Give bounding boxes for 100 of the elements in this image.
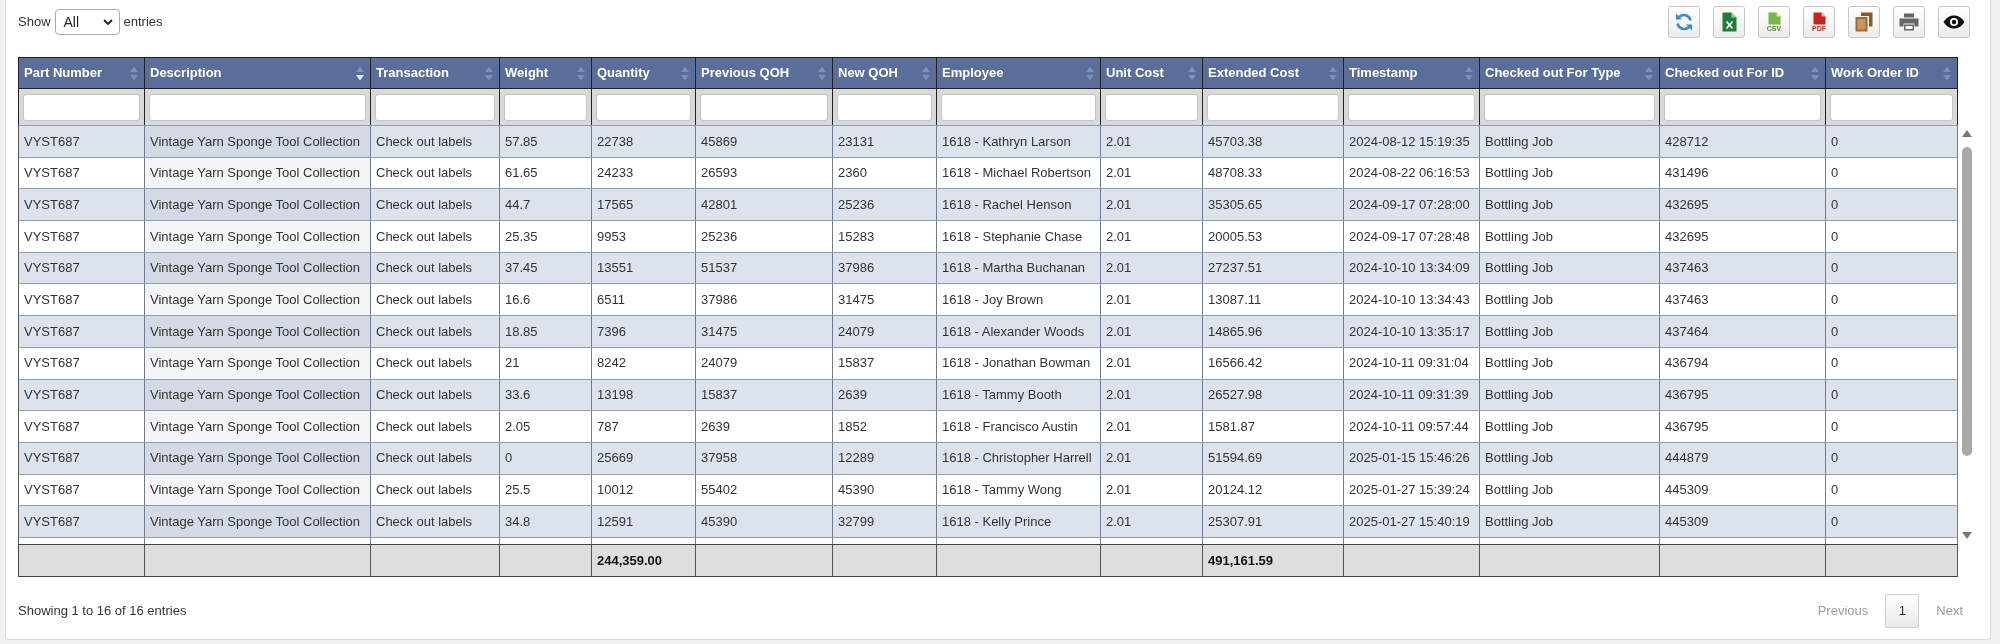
table-cell: Bottling Job [1480,474,1660,506]
table-cell: 2024-09-17 07:28:48 [1344,221,1480,252]
table-cell: 25307.91 [1203,506,1344,537]
table-cell: 2024-09-17 07:28:00 [1344,189,1480,221]
table-cell: Bottling Job [1480,316,1660,347]
table-cell: Check out labels [371,379,500,411]
table-cell: 42801 [696,189,833,221]
column-header[interactable]: Quantity [592,58,696,89]
table-cell: 15837 [696,379,833,411]
scrollbar-thumb[interactable] [1961,147,1972,456]
table-cell: 0 [1826,189,1958,221]
column-header[interactable]: New QOH [833,58,937,89]
table-cell: 8242 [592,347,696,379]
table-cell: 16566.42 [1203,347,1344,379]
column-header[interactable]: Work Order ID [1826,58,1958,89]
filter-input[interactable] [23,93,140,121]
table-cell: 33.6 [500,379,592,411]
table-cell: Check out labels [371,474,500,506]
column-header[interactable]: Unit Cost [1101,58,1203,89]
column-header[interactable]: Previous QOH [696,58,833,89]
table-cell: 26527.98 [1203,379,1344,411]
page-button[interactable]: 1 [1885,594,1920,628]
table-cell: 0 [1826,347,1958,379]
table-cell: 48708.33 [1203,157,1344,189]
column-header[interactable]: Description [145,58,371,89]
table-cell: Bottling Job [1480,284,1660,316]
table-cell: Vintage Yarn Sponge Tool Collection [145,379,371,411]
filter-input[interactable] [504,93,587,121]
filter-input[interactable] [1830,93,1953,121]
table-cell: Bottling Job [1480,379,1660,411]
column-header[interactable]: Timestamp [1344,58,1480,89]
table-cell: 1618 - Jonathan Bowman [937,347,1101,379]
column-header[interactable]: Extended Cost [1203,58,1344,89]
table-cell: Vintage Yarn Sponge Tool Collection [145,252,371,284]
table-cell: 25669 [592,442,696,474]
table-cell: 2024-10-10 13:34:43 [1344,284,1480,316]
filter-input[interactable] [596,93,691,121]
table-cell: 0 [1826,221,1958,252]
filter-input[interactable] [149,93,366,121]
table-cell: Vintage Yarn Sponge Tool Collection [145,411,371,442]
print-button[interactable] [1893,6,1925,38]
table-cell: 37986 [696,284,833,316]
table-cell: 1618 - Martha Buchanan [937,252,1101,284]
table-cell: 2.01 [1101,126,1203,157]
table-cell: 2024-10-11 09:57:44 [1344,411,1480,442]
table-cell: 13551 [592,252,696,284]
table-cell: 24079 [833,316,937,347]
filter-input[interactable] [1207,93,1339,121]
table-cell: 45703.38 [1203,126,1344,157]
table-cell: 436795 [1660,411,1826,442]
table-cell: Bottling Job [1480,252,1660,284]
table-cell: 55402 [696,474,833,506]
table-cell: 12289 [833,442,937,474]
refresh-button[interactable] [1668,6,1700,38]
table-cell: 0 [1826,379,1958,411]
table-cell: 444879 [1660,442,1826,474]
filter-input[interactable] [1105,93,1198,121]
filter-input[interactable] [1484,93,1655,121]
column-header[interactable]: Employee [937,58,1101,89]
table-cell: 51594.69 [1203,442,1344,474]
filter-input[interactable] [700,93,828,121]
table-cell: 14865.96 [1203,316,1344,347]
column-header[interactable]: Transaction [371,58,500,89]
table-cell: 21 [500,347,592,379]
page-length-select[interactable]: All [54,9,120,35]
table-cell: 1618 - Rachel Henson [937,189,1101,221]
table-cell: 2.01 [1101,284,1203,316]
column-header[interactable]: Checked out For ID [1660,58,1826,89]
scroll-up-icon[interactable] [1961,130,1972,137]
table-cell: 16.6 [500,284,592,316]
table-cell: Check out labels [371,411,500,442]
filter-input[interactable] [837,93,932,121]
filter-input[interactable] [1348,93,1475,121]
table-cell: 15837 [833,347,937,379]
table-cell: 437464 [1660,316,1826,347]
table-cell: Bottling Job [1480,442,1660,474]
column-header[interactable]: Weight [500,58,592,89]
table-cell: 787 [592,411,696,442]
table-cell: 0 [500,442,592,474]
table-cell: 25.35 [500,221,592,252]
table-cell: 2.01 [1101,221,1203,252]
table-cell: Check out labels [371,442,500,474]
filter-input[interactable] [1664,93,1821,121]
table-cell: Vintage Yarn Sponge Tool Collection [145,126,371,157]
table-cell: 57.85 [500,126,592,157]
column-visibility-button[interactable] [1938,6,1970,38]
filter-input[interactable] [941,93,1096,121]
filter-input[interactable] [375,93,495,121]
refresh-icon [1674,12,1694,32]
table-cell: 1618 - Christopher Harrell [937,442,1101,474]
scroll-down-icon[interactable] [1961,532,1972,539]
total-cell: 244,359.00 [592,545,696,576]
table-cell: 24233 [592,157,696,189]
table-cell: 45869 [696,126,833,157]
column-header[interactable]: Checked out For Type [1480,58,1660,89]
table-cell: 2.01 [1101,189,1203,221]
table-cell: Check out labels [371,189,500,221]
column-header[interactable]: Part Number [19,58,145,89]
copy-button[interactable] [1848,6,1880,38]
excel-export-button[interactable] [1713,6,1745,38]
